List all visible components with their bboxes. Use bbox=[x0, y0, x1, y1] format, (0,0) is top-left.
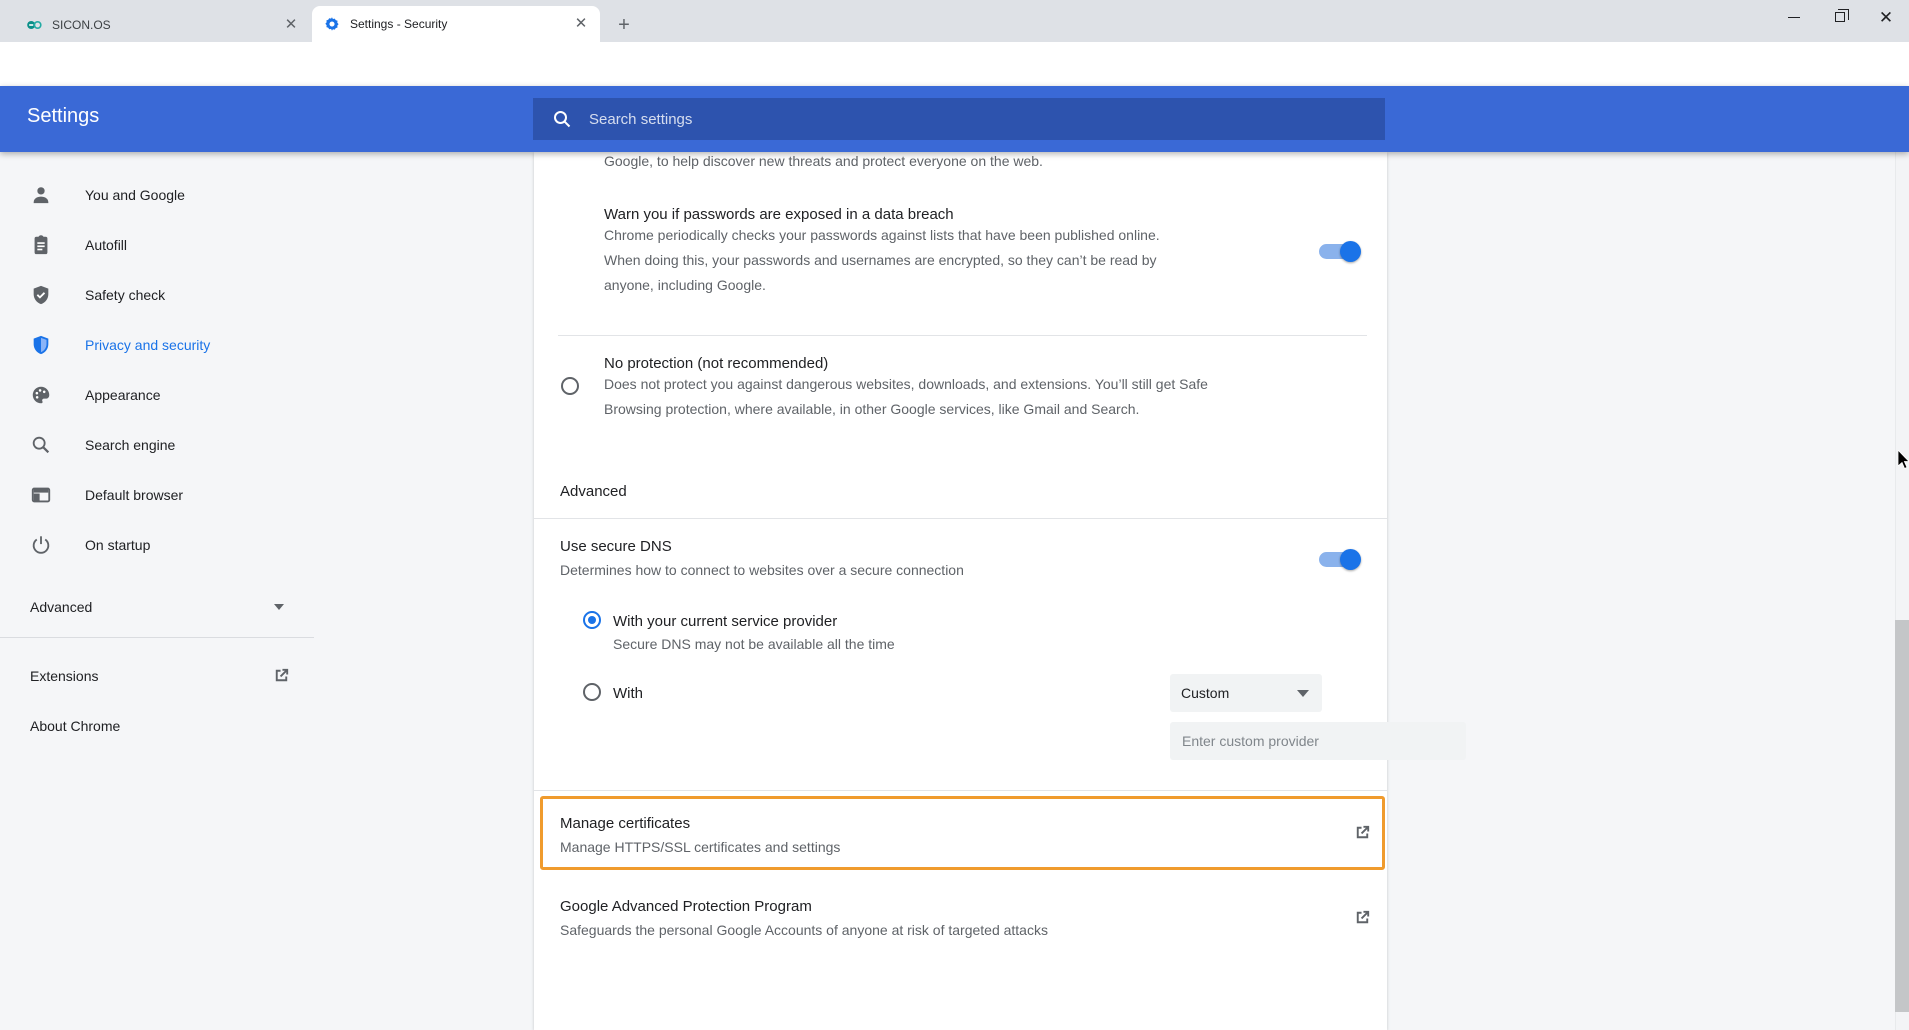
new-tab-button[interactable]: + bbox=[610, 12, 638, 40]
dns-provider-radio[interactable] bbox=[583, 611, 601, 629]
no-protection-description: Does not protect you against dangerous w… bbox=[604, 372, 1374, 422]
restore-icon bbox=[1835, 12, 1845, 22]
external-link-icon[interactable] bbox=[1353, 908, 1372, 927]
shield-check-icon bbox=[30, 284, 52, 306]
sidebar-item-on-startup[interactable]: On startup bbox=[0, 525, 314, 565]
person-icon bbox=[30, 184, 52, 206]
settings-search-placeholder: Search settings bbox=[589, 111, 692, 128]
tab-settings-security[interactable]: Settings - Security ✕ bbox=[312, 6, 600, 42]
sidebar-label: Search engine bbox=[85, 437, 175, 453]
power-icon bbox=[30, 534, 52, 556]
scrollbar-thumb[interactable] bbox=[1895, 620, 1909, 1012]
secure-dns-title: Use secure DNS bbox=[560, 538, 672, 555]
window-controls: ✕ bbox=[1771, 0, 1909, 42]
sidebar-item-safety-check[interactable]: Safety check bbox=[0, 275, 314, 315]
close-button[interactable]: ✕ bbox=[1863, 0, 1909, 34]
autofill-icon bbox=[30, 234, 52, 256]
sidebar-label: Default browser bbox=[85, 487, 183, 503]
dns-provider-sublabel: Secure DNS may not be available all the … bbox=[613, 632, 895, 657]
external-link-icon bbox=[272, 666, 291, 685]
minimize-button[interactable] bbox=[1771, 0, 1817, 34]
advanced-protection-description: Safeguards the personal Google Accounts … bbox=[560, 918, 1048, 943]
close-icon: ✕ bbox=[1879, 9, 1893, 26]
dropdown-selected-value: Custom bbox=[1181, 685, 1229, 701]
browser-toolbar: ← → ↻ Chrome | chrome://settings/securit… bbox=[0, 42, 1909, 86]
tab-close-icon[interactable]: ✕ bbox=[282, 16, 300, 34]
sidebar-item-privacy-and-security[interactable]: Privacy and security bbox=[0, 325, 314, 365]
no-protection-title: No protection (not recommended) bbox=[604, 355, 828, 372]
mouse-cursor bbox=[1898, 450, 1909, 470]
clipped-description-line: Google, to help discover new threats and… bbox=[604, 149, 1043, 174]
sicon-favicon-icon bbox=[26, 17, 42, 33]
sidebar-label: Autofill bbox=[85, 237, 127, 253]
sidebar-label: Appearance bbox=[85, 387, 161, 403]
sidebar-label: Privacy and security bbox=[85, 337, 210, 353]
advanced-section-heading: Advanced bbox=[560, 483, 627, 500]
settings-search-box[interactable]: Search settings bbox=[533, 98, 1385, 140]
sidebar-item-search-engine[interactable]: Search engine bbox=[0, 425, 314, 465]
search-icon bbox=[552, 109, 572, 129]
sidebar-advanced-toggle[interactable]: Advanced bbox=[30, 599, 92, 615]
breach-warning-description: Chrome periodically checks your password… bbox=[604, 223, 1284, 298]
minimize-icon bbox=[1788, 17, 1800, 18]
sidebar-divider bbox=[0, 637, 314, 638]
sidebar-item-you-and-google[interactable]: You and Google bbox=[0, 175, 314, 215]
tab-close-icon[interactable]: ✕ bbox=[572, 15, 590, 33]
custom-provider-input[interactable] bbox=[1170, 722, 1466, 760]
breach-warning-title: Warn you if passwords are exposed in a d… bbox=[604, 206, 954, 223]
highlight-box bbox=[540, 796, 1385, 870]
page-title: Settings bbox=[27, 105, 99, 128]
restore-button[interactable] bbox=[1817, 0, 1863, 34]
sidebar-item-autofill[interactable]: Autofill bbox=[0, 225, 314, 265]
sidebar-label: Safety check bbox=[85, 287, 165, 303]
tab-strip: SICON.OS ✕ Settings - Security ✕ + ✕ bbox=[0, 0, 1909, 42]
settings-page: You and Google Autofill Safety check Pri… bbox=[0, 152, 1909, 1030]
secure-dns-description: Determines how to connect to websites ov… bbox=[560, 558, 964, 583]
no-protection-radio[interactable] bbox=[561, 377, 579, 395]
privacy-shield-icon bbox=[30, 334, 52, 356]
sidebar-label: On startup bbox=[85, 537, 150, 553]
search-icon bbox=[30, 434, 52, 456]
secure-dns-toggle[interactable] bbox=[1319, 552, 1359, 567]
sidebar-item-about-chrome[interactable]: About Chrome bbox=[30, 718, 120, 734]
divider bbox=[558, 335, 1367, 336]
sidebar-label: You and Google bbox=[85, 187, 185, 203]
divider bbox=[534, 790, 1387, 791]
breach-warning-toggle[interactable] bbox=[1319, 244, 1359, 259]
settings-header: Settings Search settings bbox=[0, 86, 1909, 152]
settings-gear-favicon-icon bbox=[324, 16, 340, 32]
palette-icon bbox=[30, 384, 52, 406]
tab-title: SICON.OS bbox=[52, 18, 282, 32]
dns-provider-label: With your current service provider bbox=[613, 613, 837, 630]
dns-custom-radio[interactable] bbox=[583, 683, 601, 701]
tab-sicon[interactable]: SICON.OS ✕ bbox=[14, 8, 310, 42]
dns-custom-provider-select[interactable]: Custom bbox=[1170, 674, 1322, 712]
sidebar-item-extensions[interactable]: Extensions bbox=[30, 668, 98, 684]
chevron-down-icon[interactable] bbox=[274, 604, 284, 610]
settings-card: Google, to help discover new threats and… bbox=[534, 152, 1387, 1030]
divider bbox=[534, 518, 1387, 519]
sidebar-item-appearance[interactable]: Appearance bbox=[0, 375, 314, 415]
dropdown-caret-icon bbox=[1297, 690, 1309, 697]
advanced-protection-title[interactable]: Google Advanced Protection Program bbox=[560, 898, 812, 915]
browser-icon bbox=[30, 484, 52, 506]
tab-title: Settings - Security bbox=[350, 17, 572, 31]
sidebar-item-default-browser[interactable]: Default browser bbox=[0, 475, 314, 515]
dns-custom-label: With bbox=[613, 685, 643, 702]
